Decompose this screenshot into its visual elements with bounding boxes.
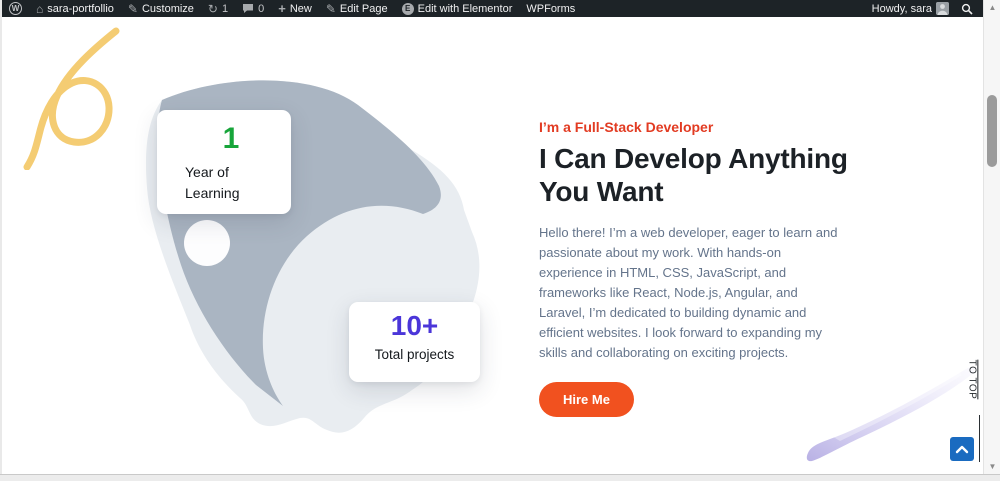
elementor-icon: E (401, 2, 414, 15)
wpforms-label: WPForms (526, 2, 576, 15)
search-icon (961, 3, 973, 15)
updates-count: 1 (221, 2, 229, 15)
window-bottom-edge (0, 474, 1000, 481)
new-label: New (289, 2, 312, 15)
stat-value-projects: 10+ (390, 310, 439, 341)
howdy-label: Howdy, sara (871, 2, 932, 15)
scrollbar-thumb[interactable] (987, 95, 997, 167)
wp-admin-bar: W ⌂ sara-portfollio ✎ Customize ↻ 1 0 + … (2, 0, 983, 17)
site-name-menu[interactable]: ⌂ sara-portfollio (36, 3, 114, 15)
elementor-label: Edit with Elementor (417, 2, 513, 15)
vertical-scrollbar: ▲ ▼ (983, 0, 1000, 474)
comments-menu[interactable]: 0 (242, 3, 264, 15)
my-account-menu[interactable]: Howdy, sara (872, 2, 949, 15)
scrollbar-up-arrow[interactable]: ▲ (984, 0, 1000, 15)
to-top-label: TO TOP (966, 359, 978, 400)
update-icon: ↻ (207, 1, 218, 16)
wordpress-logo-icon: W (9, 2, 22, 15)
house-icon: ⌂ (36, 1, 44, 16)
hero-subtitle: I’m a Full-Stack Developer (539, 119, 714, 135)
adminbar-search[interactable] (961, 3, 973, 15)
hero-section: 1 Year of Learning 10+ Total projects I’… (2, 17, 983, 474)
stat-value-years: 1 (222, 122, 240, 155)
to-top-line (979, 415, 980, 462)
scrollbar-down-arrow[interactable]: ▼ (984, 459, 1000, 474)
chevron-up-icon (955, 445, 969, 454)
stat-card-projects: 10+ Total projects (349, 302, 480, 382)
adminbar-right-group: Howdy, sara (872, 2, 973, 15)
hire-me-button[interactable]: Hire Me (539, 382, 634, 417)
edit-page-label: Edit Page (339, 2, 388, 15)
new-content-menu[interactable]: + New (278, 2, 312, 15)
stat-card-learning: 1 Year of Learning (157, 110, 291, 214)
hero-description: Hello there! I’m a web developer, eager … (539, 225, 838, 360)
wp-logo-menu[interactable]: W (9, 2, 22, 15)
edit-with-elementor-menu[interactable]: E Edit with Elementor (401, 2, 513, 15)
comment-icon (242, 3, 254, 14)
customize-label: Customize (141, 2, 194, 15)
plus-icon: + (278, 1, 286, 16)
wpforms-menu[interactable]: WPForms (526, 3, 575, 15)
avatar (936, 2, 949, 15)
to-top-link[interactable]: TO TOP (946, 360, 983, 427)
edit-page-menu[interactable]: ✎ Edit Page (326, 3, 388, 15)
stat-label-projects: Total projects (374, 347, 455, 362)
brush-icon: ✎ (127, 1, 138, 16)
site-name-label: sara-portfollio (47, 2, 114, 15)
pencil-icon: ✎ (325, 1, 336, 16)
customize-menu[interactable]: ✎ Customize (128, 3, 194, 15)
stat-label-years: Year of Learning (185, 164, 240, 201)
updates-menu[interactable]: ↻ 1 (208, 3, 228, 15)
browser-window: W ⌂ sara-portfollio ✎ Customize ↻ 1 0 + … (0, 0, 1000, 481)
scroll-to-top-button[interactable] (950, 437, 974, 461)
comments-count: 0 (258, 2, 265, 15)
hero-title: I Can Develop Anything You Want (539, 143, 848, 207)
map-white-dot (184, 220, 230, 266)
page-viewport: W ⌂ sara-portfollio ✎ Customize ↻ 1 0 + … (2, 0, 983, 474)
